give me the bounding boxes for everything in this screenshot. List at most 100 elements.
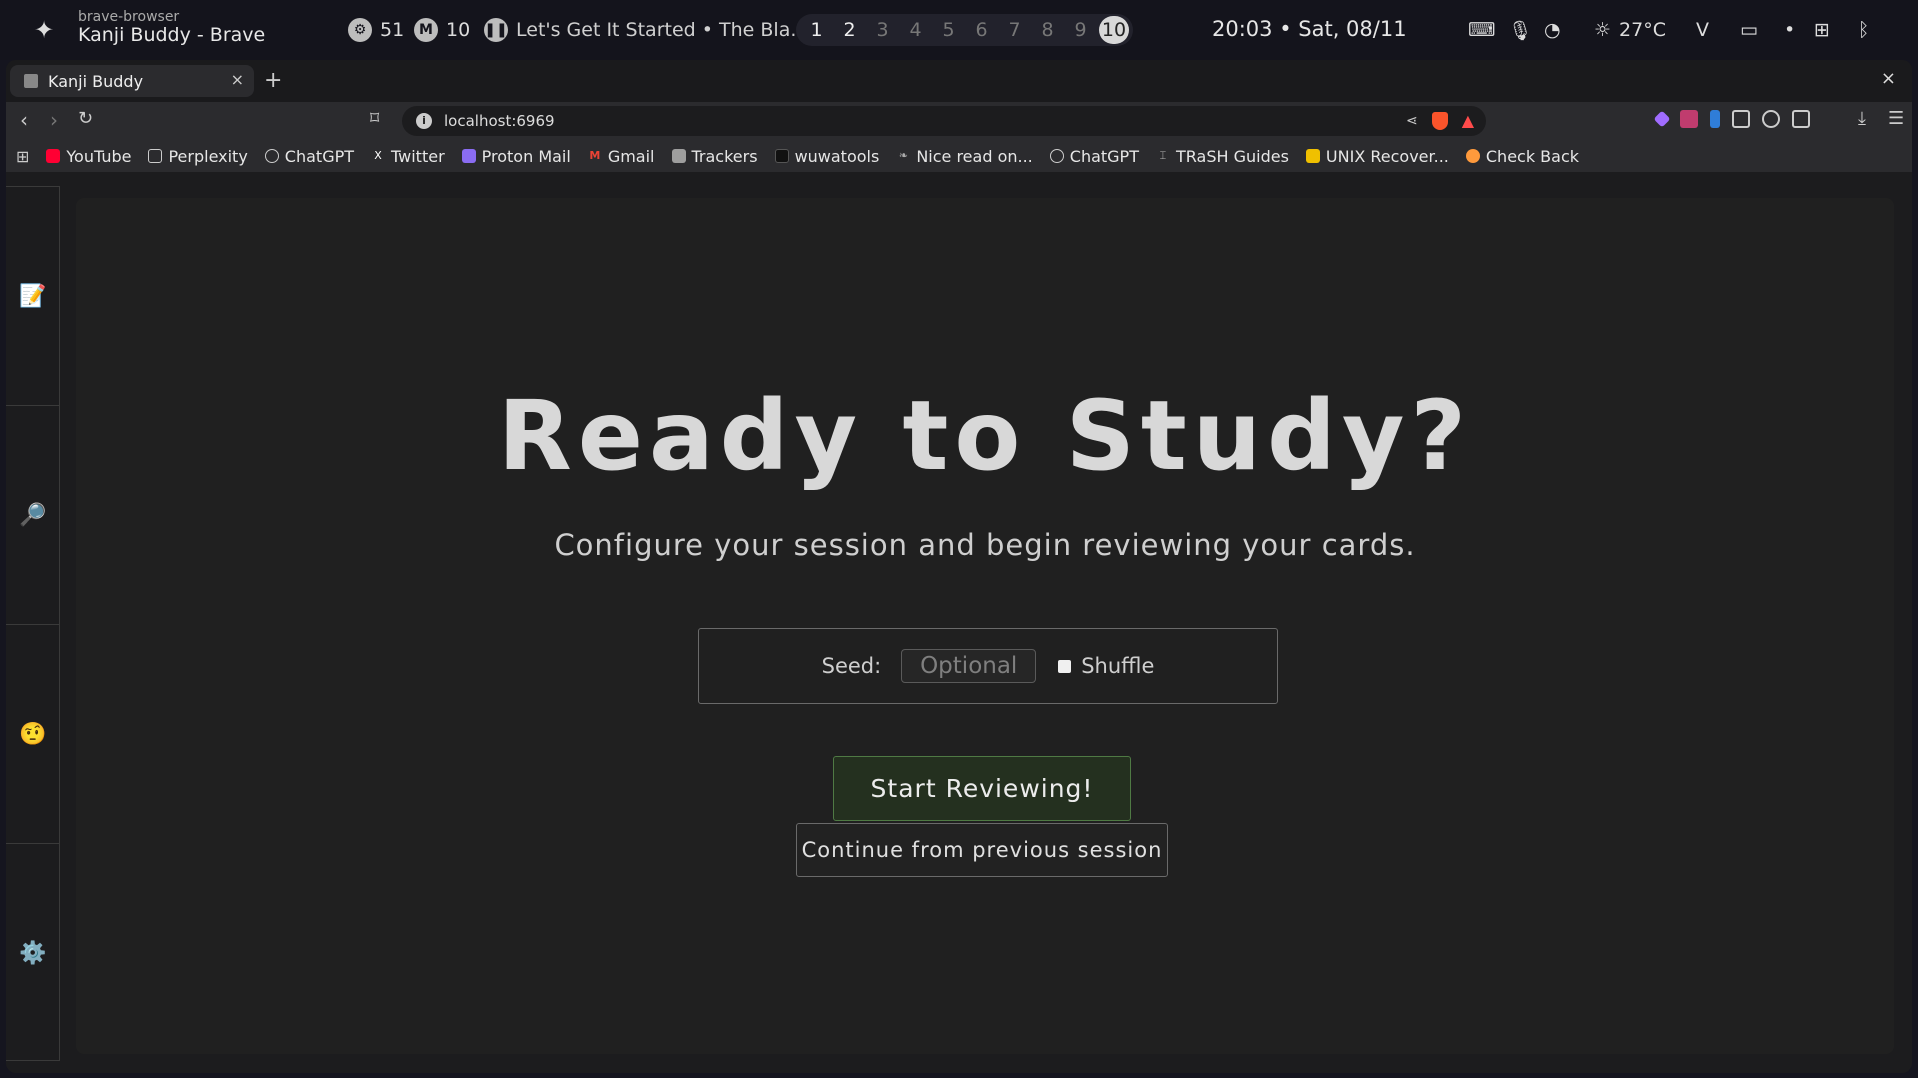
- sidebar-item-settings[interactable]: ⚙️: [6, 844, 60, 1063]
- bookmark-page-icon[interactable]: ⌑: [370, 108, 379, 129]
- back-icon[interactable]: ‹: [20, 108, 28, 132]
- unix-recover-icon: [1305, 149, 1320, 163]
- seed-label: Seed:: [821, 654, 882, 678]
- media-player[interactable]: ❚❚ Let's Get It Started • The Bla...: [484, 18, 808, 42]
- tab-title: Kanji Buddy: [48, 71, 144, 91]
- browser-toolbar: ‹ › ↻ ⌑ i localhost:6969 ⋖ ▲ ⤓ ☰: [6, 102, 1912, 140]
- keyboard-icon[interactable]: ⌨: [1468, 19, 1495, 41]
- bookmark-twitter[interactable]: X Twitter: [371, 147, 444, 166]
- extensions-puzzle-icon[interactable]: [1762, 110, 1780, 128]
- sun-icon: ☼: [1594, 19, 1612, 41]
- launcher-icon[interactable]: ✦: [34, 16, 54, 44]
- extension-diamond-icon[interactable]: [1653, 110, 1671, 128]
- cpu-stat: ⚙ 51: [348, 18, 404, 42]
- memory-value: 10: [446, 19, 471, 41]
- proton-mail-icon: [461, 149, 476, 163]
- apps-grid-icon[interactable]: ⊞: [16, 147, 29, 166]
- extension-reader-icon[interactable]: [1732, 110, 1750, 128]
- window-class: brave-browser: [78, 9, 180, 25]
- workspace-3[interactable]: 3: [866, 19, 899, 41]
- cpu-icon: ⚙: [348, 18, 372, 42]
- forward-icon[interactable]: ›: [50, 108, 58, 132]
- download-icon[interactable]: ⤓: [1858, 108, 1866, 129]
- continue-session-button[interactable]: Continue from previous session: [796, 823, 1168, 877]
- discord-tray-icon[interactable]: ▭: [1740, 19, 1758, 41]
- tab-strip: Kanji Buddy × + ×: [6, 60, 1912, 102]
- new-tab-button[interactable]: +: [264, 68, 282, 93]
- workspace-switcher: 1 2 3 4 5 6 7 8 9 10: [796, 14, 1133, 46]
- tab-kanji-buddy[interactable]: Kanji Buddy ×: [10, 65, 254, 97]
- workspace-10[interactable]: 10: [1099, 16, 1129, 44]
- memo-icon: 📝: [19, 283, 47, 309]
- extension-translate-icon[interactable]: [1680, 110, 1698, 128]
- pause-icon[interactable]: ❚❚: [484, 18, 508, 42]
- bookmark-chatgpt[interactable]: ChatGPT: [264, 147, 354, 166]
- shuffle-checkbox[interactable]: Shuffle: [1058, 654, 1154, 678]
- share-icon[interactable]: ⋖: [1406, 113, 1418, 129]
- bookmark-chatgpt-2[interactable]: ChatGPT: [1049, 147, 1139, 166]
- pill-icon: [1465, 149, 1480, 163]
- clock[interactable]: 20:03 • Sat, 08/11: [1212, 17, 1407, 41]
- media-title: Let's Get It Started • The Bla...: [516, 19, 809, 41]
- sidebar-item-notes[interactable]: 📝: [6, 187, 60, 406]
- reload-icon[interactable]: ↻: [78, 108, 93, 129]
- brave-shields-icon[interactable]: [1431, 111, 1448, 130]
- memory-icon: M: [414, 18, 438, 42]
- bookmark-trackers[interactable]: Trackers: [671, 147, 758, 166]
- vscode-tray-icon[interactable]: V: [1696, 19, 1709, 41]
- sidebar-toggle-icon[interactable]: [1792, 110, 1810, 128]
- face-icon: 🤨: [19, 721, 47, 747]
- gear-icon: ⚙️: [19, 941, 47, 966]
- memory-stat: M 10: [414, 18, 470, 42]
- menu-icon[interactable]: ☰: [1888, 108, 1904, 129]
- sidebar-item-search[interactable]: 🔎: [6, 406, 60, 625]
- url-text: localhost:6969: [444, 112, 555, 130]
- workspace-4[interactable]: 4: [899, 19, 932, 41]
- session-config: Seed: Shuffle: [698, 628, 1278, 704]
- microphone-icon[interactable]: 🎙: [1508, 19, 1532, 42]
- cpu-value: 51: [380, 19, 405, 41]
- idle-inhibitor-icon[interactable]: ◔: [1544, 19, 1561, 41]
- bookmark-nice-read[interactable]: ❧ Nice read on...: [896, 147, 1033, 166]
- window-close-icon[interactable]: ×: [1881, 68, 1896, 89]
- leaf-icon: ❧: [898, 149, 908, 162]
- site-info-icon[interactable]: i: [416, 113, 432, 129]
- address-bar-actions: ⋖ ▲: [1406, 111, 1474, 130]
- system-bar: ✦ brave-browser Kanji Buddy - Brave ⚙ 51…: [0, 0, 1918, 60]
- start-reviewing-button[interactable]: Start Reviewing!: [833, 756, 1131, 821]
- workspace-5[interactable]: 5: [932, 19, 965, 41]
- bookmark-gmail[interactable]: M Gmail: [588, 147, 654, 166]
- workspace-9[interactable]: 9: [1064, 19, 1097, 41]
- seed-input[interactable]: [901, 649, 1037, 683]
- bookmark-wuwatools[interactable]: wuwatools: [774, 147, 879, 166]
- youtube-icon: [46, 149, 61, 163]
- address-bar[interactable]: i localhost:6969 ⋖ ▲: [402, 106, 1486, 136]
- tab-favicon-icon: [24, 74, 38, 88]
- bookmark-unix-recover[interactable]: UNIX Recover...: [1305, 147, 1449, 166]
- bluetooth-icon[interactable]: ᛒ: [1858, 19, 1869, 41]
- extension-audio-icon[interactable]: [1710, 110, 1720, 128]
- shuffle-checkbox-box[interactable]: [1058, 659, 1072, 673]
- workspace-8[interactable]: 8: [1031, 19, 1064, 41]
- extensions-area: [1653, 110, 1810, 128]
- bookmarks-bar: ⊞ YouTube Perplexity ChatGPT X Twitter Pr…: [6, 140, 1912, 172]
- bookmark-proton-mail[interactable]: Proton Mail: [461, 147, 571, 166]
- weather[interactable]: ☼ 27°C: [1594, 19, 1666, 41]
- brave-rewards-icon[interactable]: ▲: [1462, 111, 1474, 130]
- workspace-2[interactable]: 2: [833, 19, 866, 41]
- wuwatools-icon: [774, 149, 789, 163]
- chatgpt-icon: [1049, 149, 1064, 163]
- bookmark-perplexity[interactable]: Perplexity: [148, 147, 248, 166]
- network-icon[interactable]: ⊞: [1814, 19, 1830, 41]
- workspace-6[interactable]: 6: [965, 19, 998, 41]
- page-content: 📝 🔎 🤨 ⚙️ Ready to Study? Configure your …: [6, 172, 1912, 1073]
- workspace-7[interactable]: 7: [998, 19, 1031, 41]
- workspace-1[interactable]: 1: [800, 19, 833, 41]
- sidebar-item-review[interactable]: 🤨: [6, 625, 60, 844]
- bookmark-trash-guides[interactable]: ⌶ TRaSH Guides: [1156, 147, 1289, 166]
- bookmark-check-back[interactable]: Check Back: [1465, 147, 1579, 166]
- bookmark-youtube[interactable]: YouTube: [46, 147, 131, 166]
- trash-guides-icon: ⌶: [1159, 149, 1167, 162]
- chatgpt-icon: [264, 149, 279, 163]
- tab-close-icon[interactable]: ×: [231, 70, 244, 89]
